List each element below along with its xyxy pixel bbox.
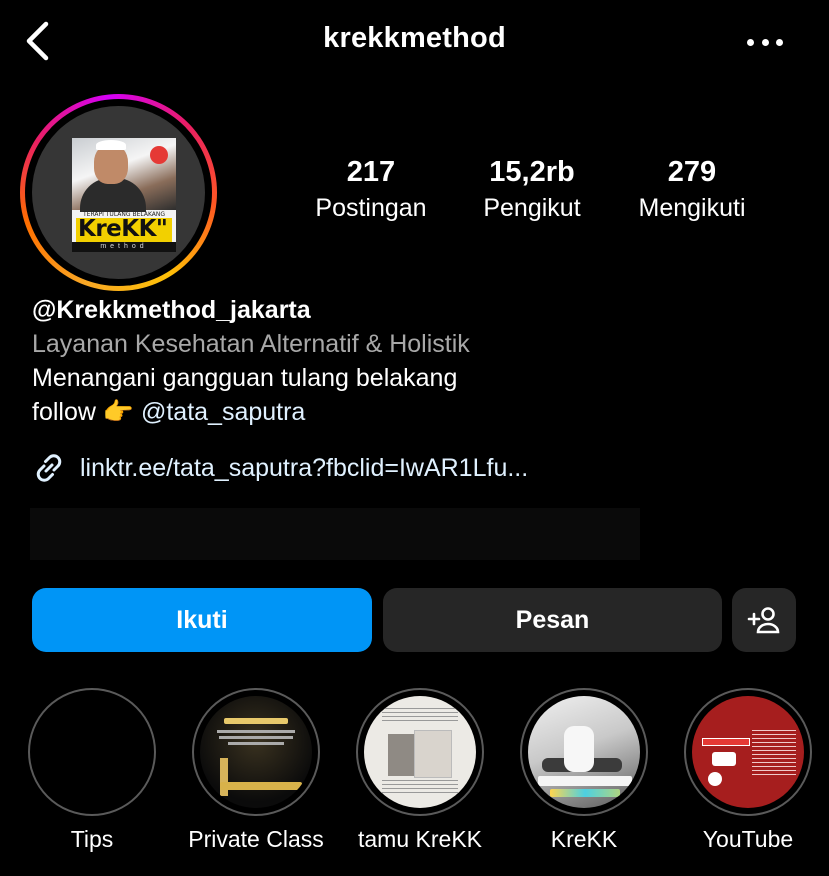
bio-line-2: follow 👉 @tata_saputra <box>32 395 792 429</box>
profile-bio: @Krekkmethod_jakarta Layanan Kesehatan A… <box>32 293 792 429</box>
pointing-right-emoji: 👉 <box>102 398 135 426</box>
posts-count: 217 <box>346 156 396 188</box>
follow-button-label: Ikuti <box>176 605 228 634</box>
more-horizontal-icon <box>747 38 754 46</box>
bio-line-1: Menangani gangguan tulang belakang <box>32 364 458 392</box>
highlight-label: Private Class <box>188 826 324 852</box>
krekk-logo: TERAPI TULANG BELAKANG DENGAN KreKK" met… <box>72 138 176 252</box>
follow-button[interactable]: Ikuti <box>32 588 372 652</box>
followers-count: 15,2rb <box>489 156 575 188</box>
message-button[interactable]: Pesan <box>383 588 722 652</box>
stat-posts[interactable]: 217 Postingan <box>306 152 436 224</box>
youtube-logo-icon <box>712 752 736 766</box>
highlight-tamu-krekk[interactable]: tamu KreKK <box>345 688 495 853</box>
profile-link[interactable]: linktr.ee/tata_saputra?fbclid=IwAR1Lfu..… <box>32 448 528 488</box>
add-person-icon <box>747 607 780 634</box>
stat-following[interactable]: 279 Mengikuti <box>626 152 758 224</box>
followers-label: Pengikut <box>483 194 581 222</box>
link-icon <box>36 454 62 482</box>
bio-mention-link[interactable]: @tata_saputra <box>141 398 305 426</box>
following-count: 279 <box>667 156 717 188</box>
highlight-cover <box>200 696 312 808</box>
page-title: krekkmethod <box>323 22 506 54</box>
posts-label: Postingan <box>315 194 427 222</box>
stat-followers[interactable]: 15,2rb Pengikut <box>470 152 594 224</box>
avatar: TERAPI TULANG BELAKANG DENGAN KreKK" met… <box>32 106 205 279</box>
profile-link-text: linktr.ee/tata_saputra?fbclid=IwAR1Lfu..… <box>80 453 529 482</box>
more-options-button[interactable] <box>747 36 783 48</box>
logo-subtext: method <box>72 242 176 252</box>
logo-wordmark: KreKK" <box>78 216 168 242</box>
message-button-label: Pesan <box>515 605 590 634</box>
highlight-cover <box>692 696 804 808</box>
highlight-youtube[interactable]: YouTube <box>673 688 823 853</box>
top-bar: krekkmethod <box>0 0 829 82</box>
profile-category[interactable]: Layanan Kesehatan Alternatif & Holistik <box>32 327 792 361</box>
highlight-tips[interactable]: Tips <box>17 688 167 853</box>
bio-follow-text: follow <box>32 398 96 426</box>
highlight-cover <box>528 696 640 808</box>
highlight-label: KreKK <box>550 826 618 852</box>
story-highlights: Tips Private Class tamu KreKK KreKK YouT… <box>0 688 829 858</box>
suggest-users-button[interactable] <box>732 588 796 652</box>
following-label: Mengikuti <box>638 194 746 222</box>
highlight-krekk[interactable]: KreKK <box>509 688 659 853</box>
redacted-area <box>30 508 640 560</box>
highlight-label: tamu KreKK <box>358 826 482 852</box>
profile-username: @Krekkmethod_jakarta <box>32 296 311 324</box>
highlight-label: YouTube <box>702 826 794 852</box>
profile-avatar-story-ring[interactable]: TERAPI TULANG BELAKANG DENGAN KreKK" met… <box>20 94 217 291</box>
highlight-cover <box>36 696 148 808</box>
highlight-label: Tips <box>70 826 114 852</box>
highlight-cover <box>364 696 476 808</box>
highlight-private-class[interactable]: Private Class <box>181 688 331 853</box>
